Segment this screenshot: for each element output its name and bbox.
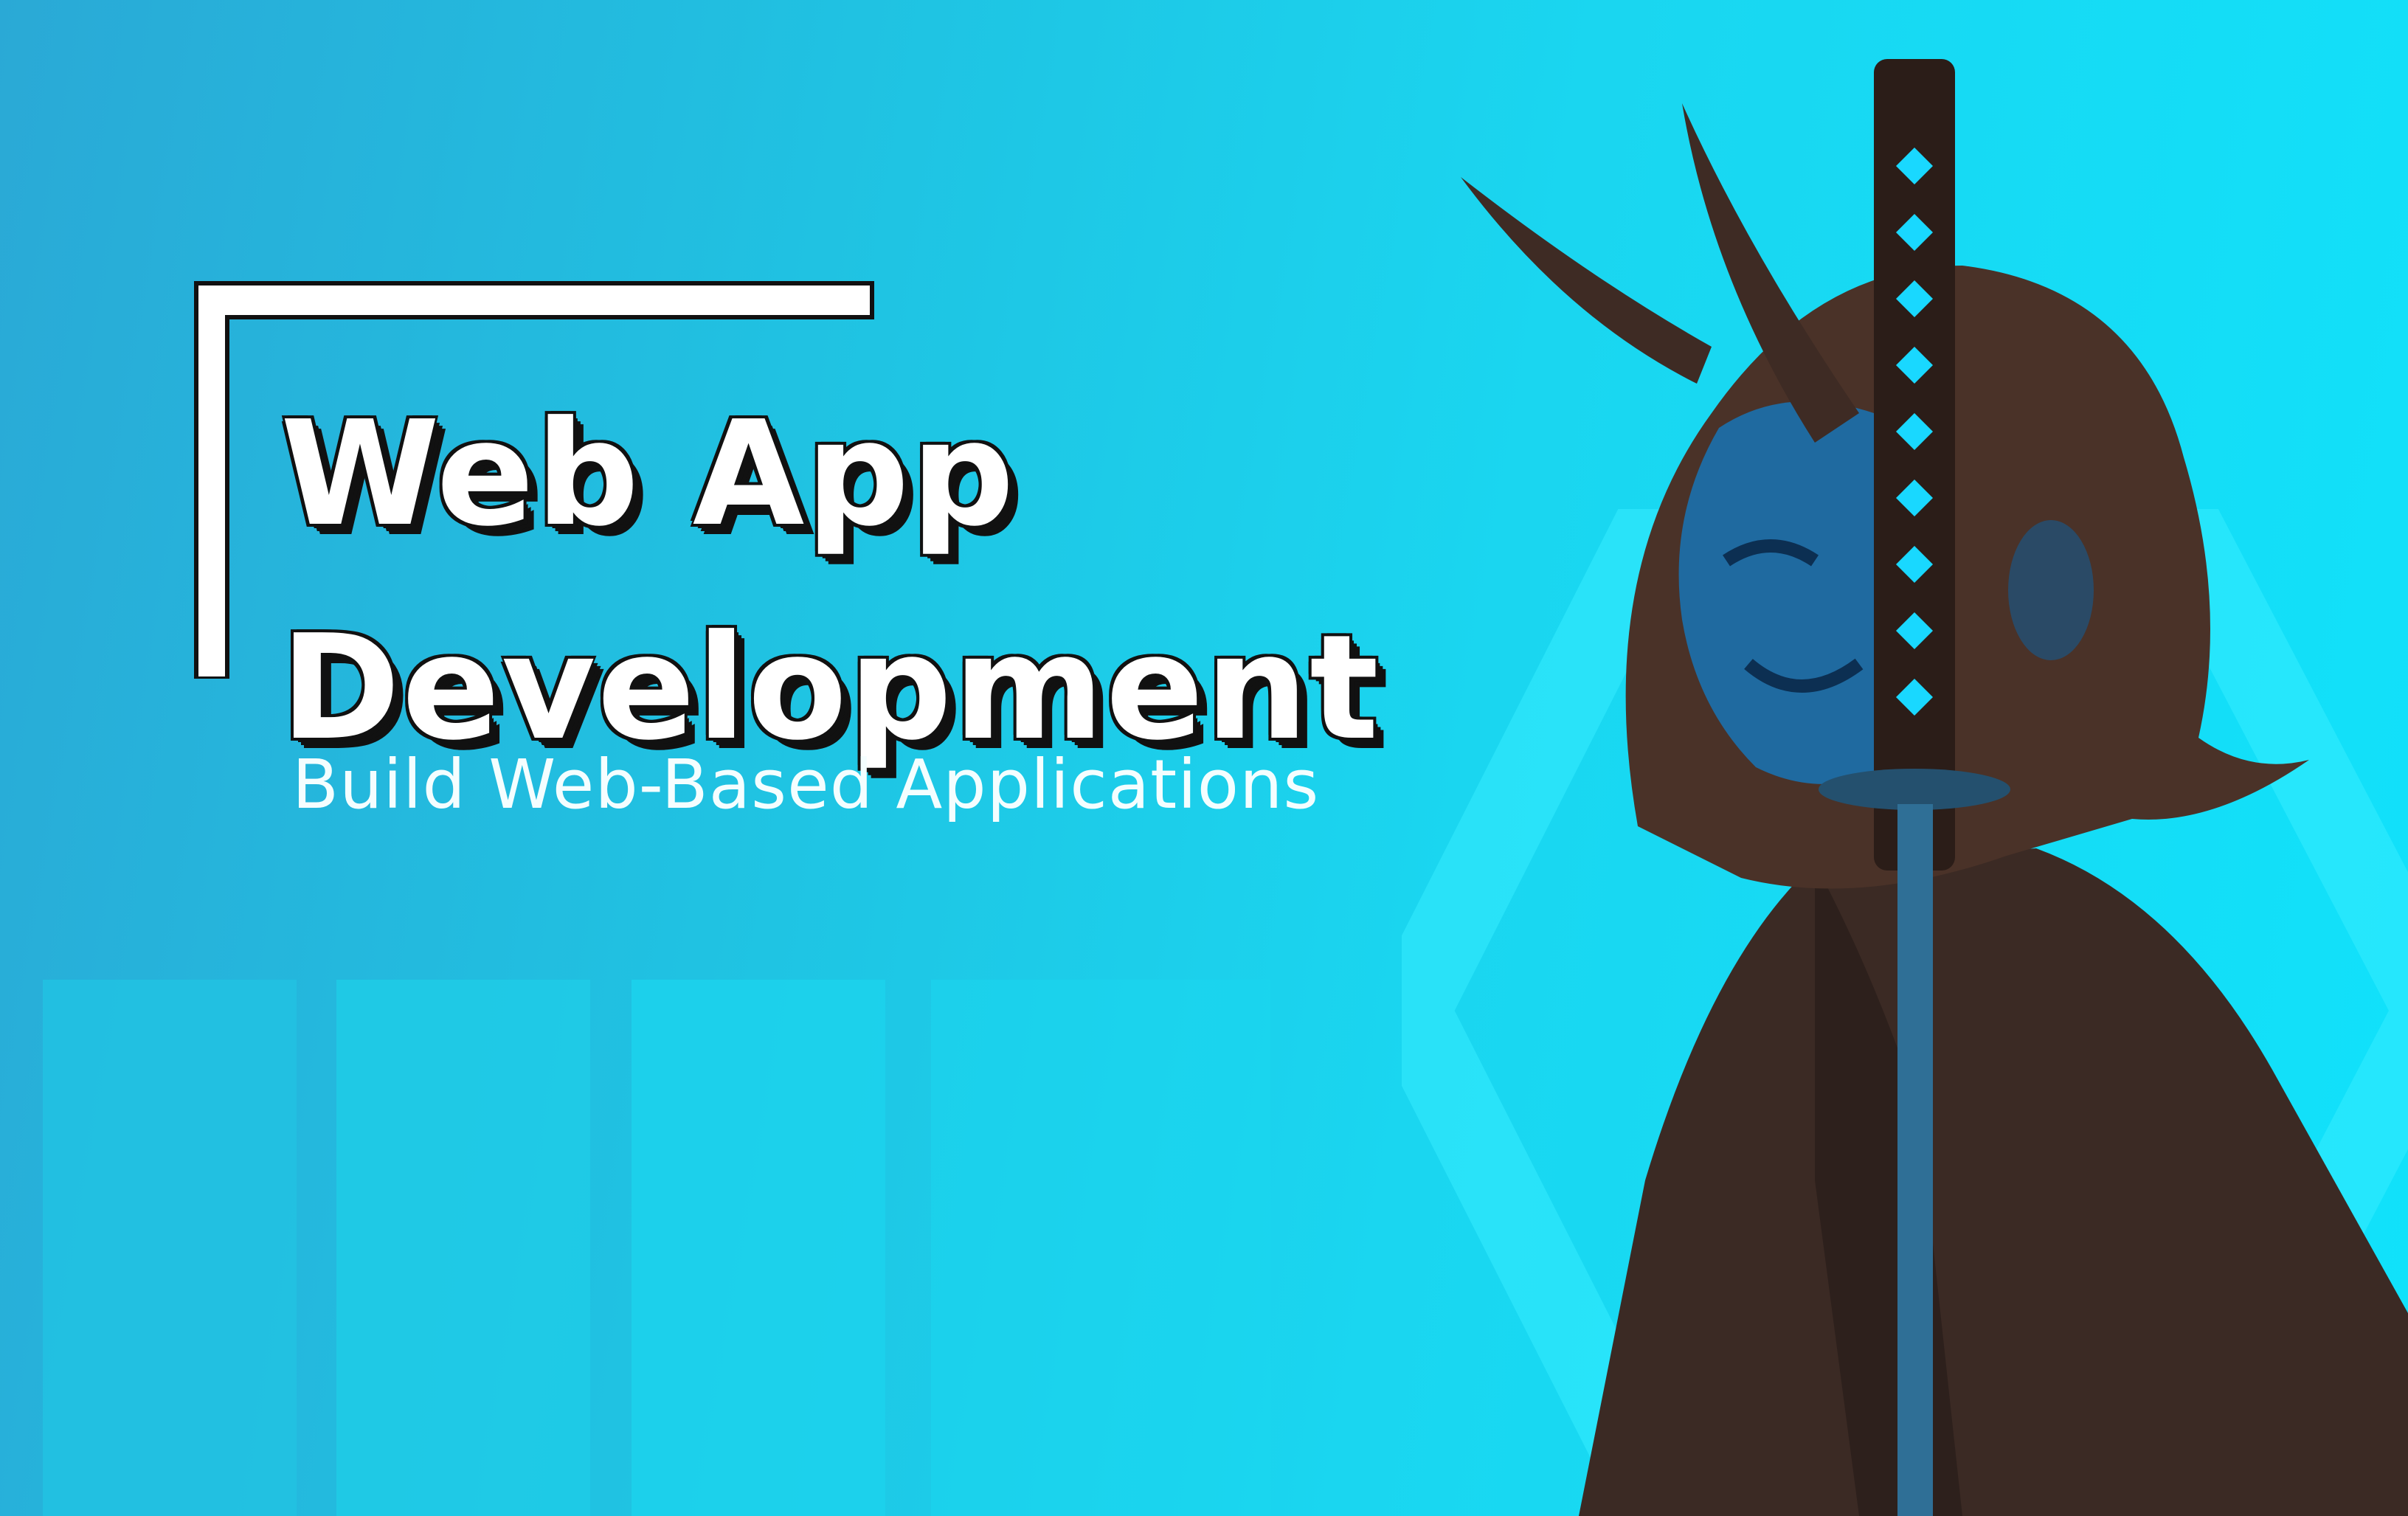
page-subtitle: Build Web-Based Applications (292, 745, 1320, 824)
background-panel (632, 980, 885, 1516)
background-panel (336, 980, 590, 1516)
title-line-1: Web App (280, 390, 1016, 558)
background-panel (43, 980, 297, 1516)
slide-canvas: Web App Development Build Web-Based Appl… (0, 0, 2408, 1516)
samurai-illustration (1461, 59, 2408, 1516)
page-title: Web App Development (280, 367, 1380, 795)
background-panel (931, 980, 1270, 1516)
